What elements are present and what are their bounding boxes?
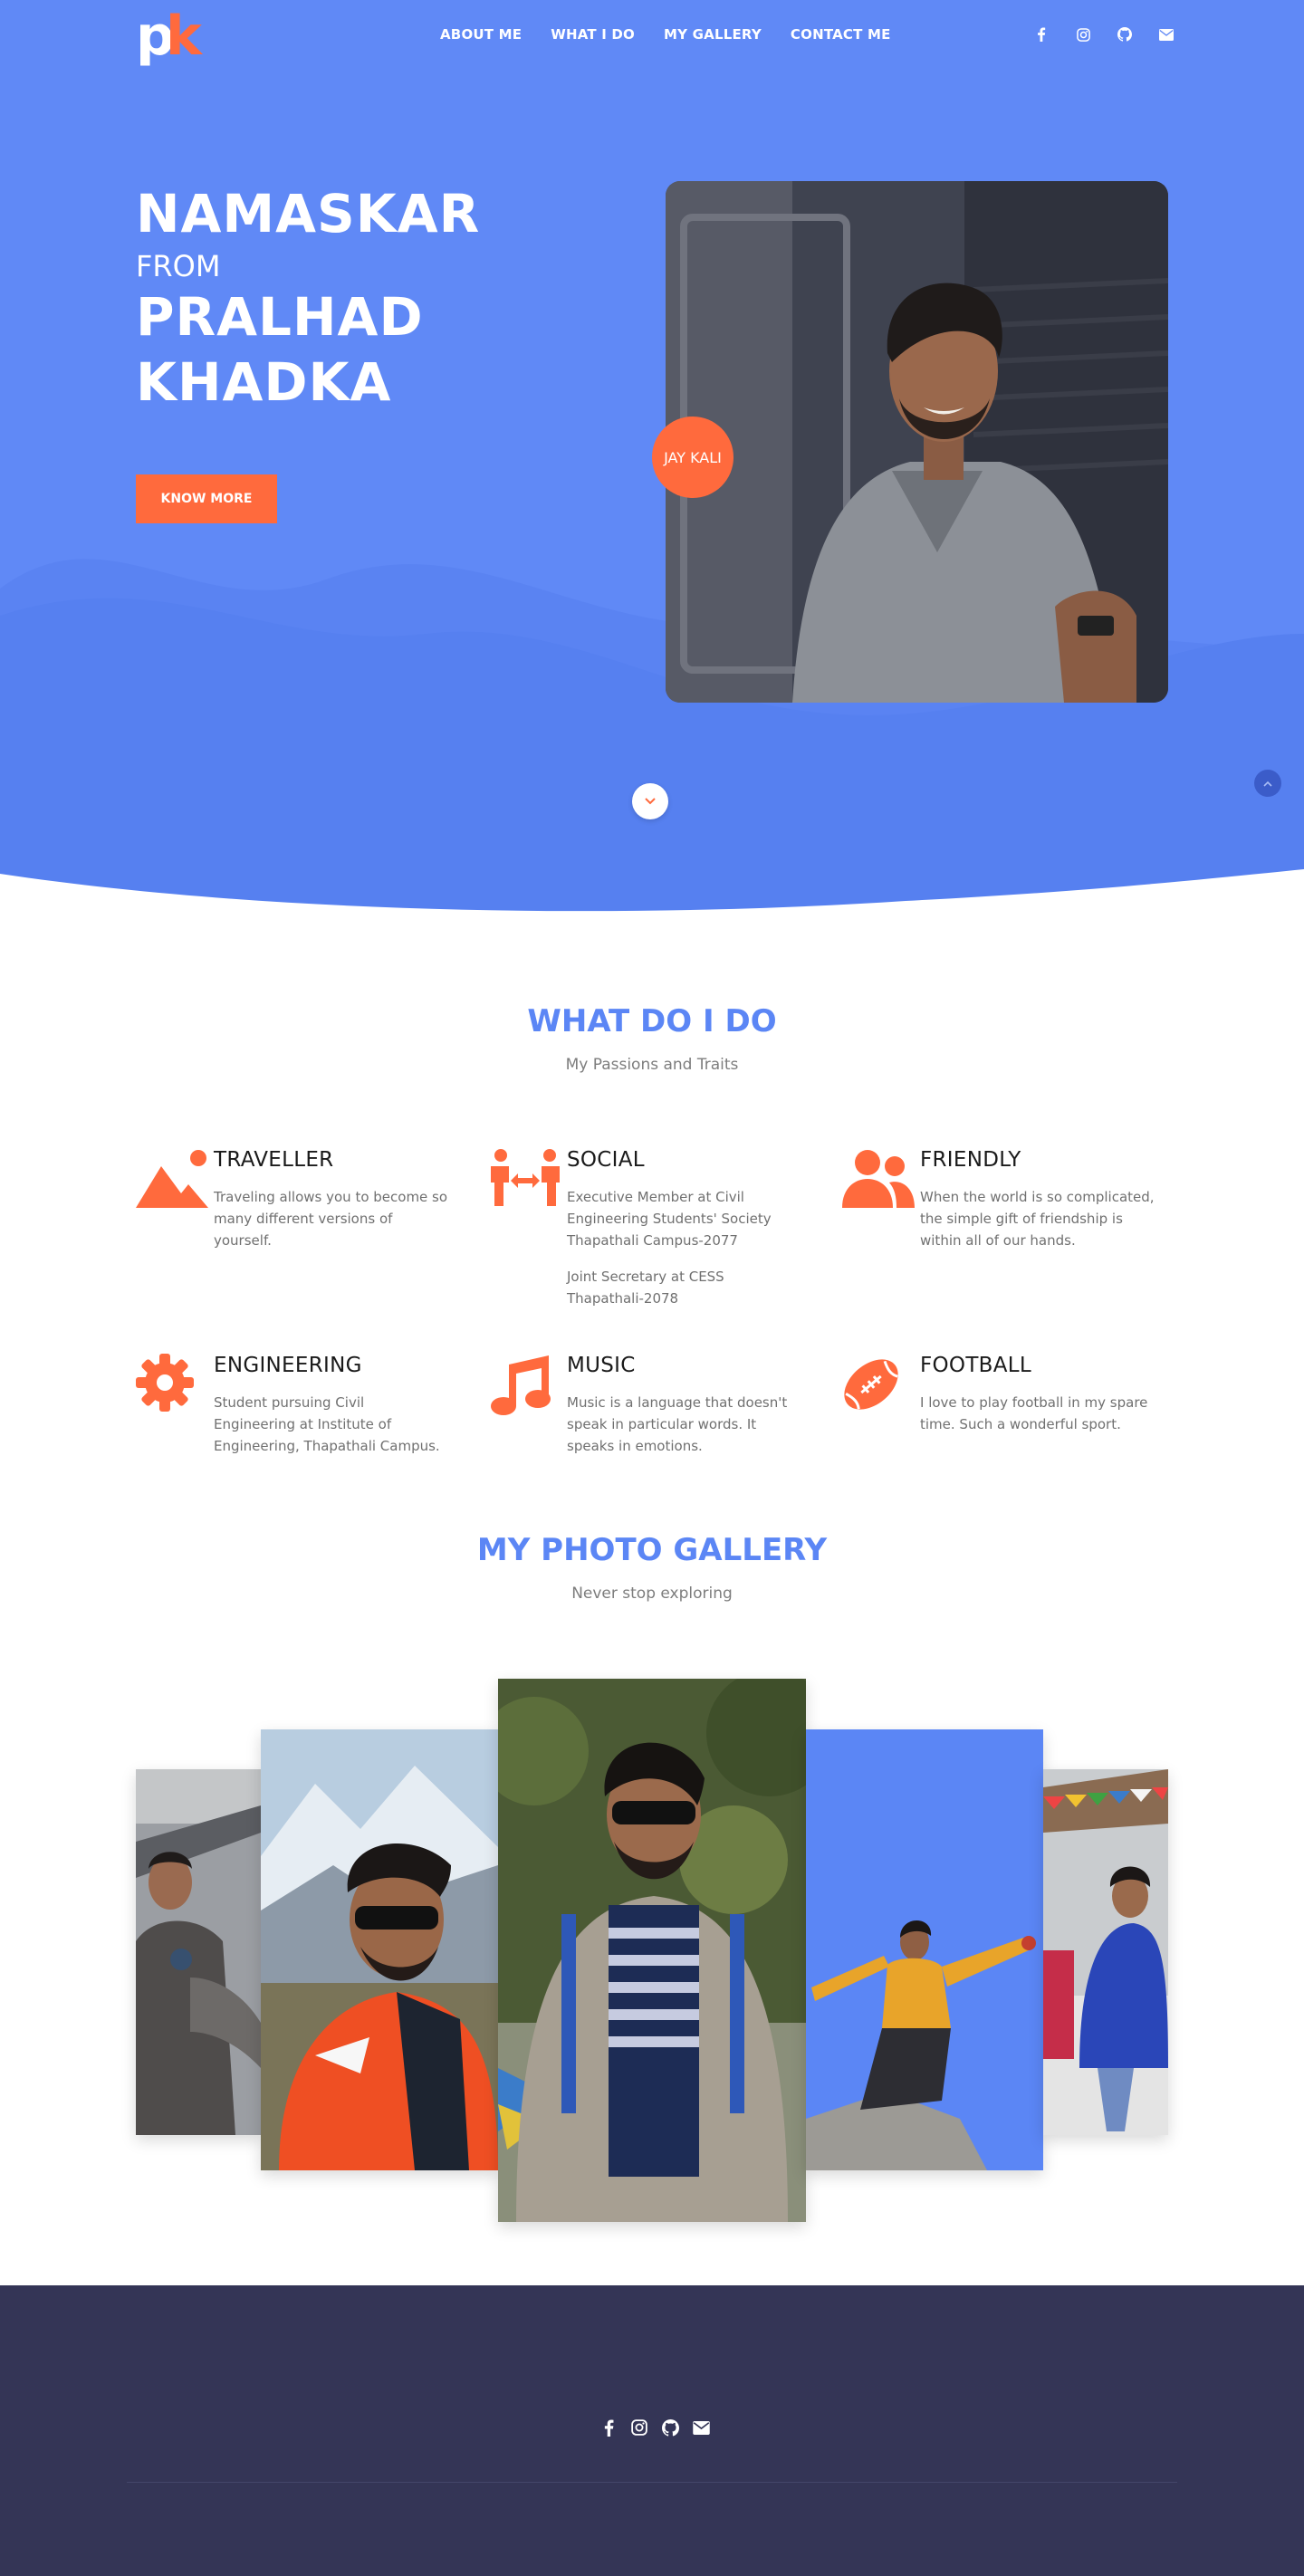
navbar: p k ABOUT ME WHAT I DO MY GALLERY CONTAC… (0, 0, 1304, 72)
feature-title: TRAVELLER (214, 1148, 334, 1172)
know-more-button[interactable]: KNOW MORE (136, 474, 277, 523)
back-to-top-button[interactable] (1254, 770, 1281, 797)
feature-description: Student pursuing Civil Engineering at In… (214, 1394, 440, 1454)
brand-logo[interactable]: p k (136, 7, 208, 71)
feature-title: MUSIC (567, 1354, 636, 1377)
services-title: WHAT DO I DO (527, 1003, 777, 1039)
instagram-icon[interactable] (630, 2418, 648, 2437)
footer-divider (127, 2482, 1177, 2483)
footer-social-links (599, 2418, 710, 2437)
nav-links: ABOUT ME WHAT I DO MY GALLERY CONTACT ME (440, 26, 891, 43)
facebook-icon[interactable] (599, 2418, 618, 2437)
feature-title: SOCIAL (567, 1148, 645, 1172)
people-arrows-icon (491, 1149, 560, 1206)
feature-description: Traveling allows you to become so many d… (214, 1189, 448, 1249)
gallery-subtitle: Never stop exploring (571, 1585, 733, 1603)
gallery-photo-car[interactable] (136, 1769, 261, 2135)
hero-heading: NAMASKAR FROM PRALHAD KHADKA (136, 179, 480, 415)
services-subtitle: My Passions and Traits (565, 1056, 739, 1074)
feature-description: Executive Member at Civil Engineering St… (567, 1189, 772, 1307)
hero-section: p k ABOUT ME WHAT I DO MY GALLERY CONTAC… (0, 0, 1304, 915)
nav-social-links (1032, 25, 1175, 43)
feature-description: Music is a language that doesn't speak i… (567, 1394, 788, 1454)
github-icon[interactable] (661, 2418, 679, 2437)
hero-first-name: PRALHAD (136, 286, 424, 348)
hero-portrait-photo (666, 181, 1168, 703)
gallery-title: MY PHOTO GALLERY (476, 1532, 828, 1568)
feature-title: FOOTBALL (920, 1354, 1032, 1377)
feature-title: FRIENDLY (920, 1148, 1021, 1172)
gallery-photo-center[interactable] (498, 1679, 806, 2222)
github-icon[interactable] (1116, 25, 1134, 43)
football-icon (844, 1359, 898, 1410)
gear-icon (136, 1354, 194, 1412)
envelope-icon[interactable] (1157, 25, 1175, 43)
chevron-up-icon (1263, 780, 1272, 787)
feature-description: When the world is so complicated, the si… (920, 1189, 1155, 1249)
mountain-icon (136, 1150, 208, 1208)
svg-text:k: k (166, 7, 204, 68)
hero-last-name: KHADKA (136, 351, 392, 413)
feature-description: I love to play football in my spare time… (920, 1394, 1148, 1432)
hero-from: FROM (136, 249, 221, 283)
feature-title: ENGINEERING (214, 1354, 362, 1377)
nav-link-contact[interactable]: CONTACT ME (791, 26, 891, 43)
scroll-down-button[interactable] (632, 783, 668, 819)
hero-badge: JAY KALI (652, 417, 734, 498)
hero-greeting: NAMASKAR (136, 183, 481, 244)
envelope-icon[interactable] (692, 2418, 710, 2437)
gallery-photo-yellow-jacket[interactable] (806, 1729, 1043, 2170)
nav-link-what-i-do[interactable]: WHAT I DO (551, 26, 635, 43)
chevron-down-icon (645, 798, 656, 805)
instagram-icon[interactable] (1074, 25, 1092, 43)
music-icon (491, 1355, 551, 1415)
gallery-photo-festival[interactable] (1043, 1769, 1168, 2135)
nav-link-about[interactable]: ABOUT ME (440, 26, 522, 43)
user-friends-icon (842, 1150, 915, 1208)
photo-gallery-carousel (136, 1675, 1168, 2227)
footer (0, 2285, 1304, 2576)
facebook-icon[interactable] (1032, 25, 1050, 43)
nav-link-gallery[interactable]: MY GALLERY (664, 26, 762, 43)
gallery-photo-mountains[interactable] (261, 1729, 498, 2170)
